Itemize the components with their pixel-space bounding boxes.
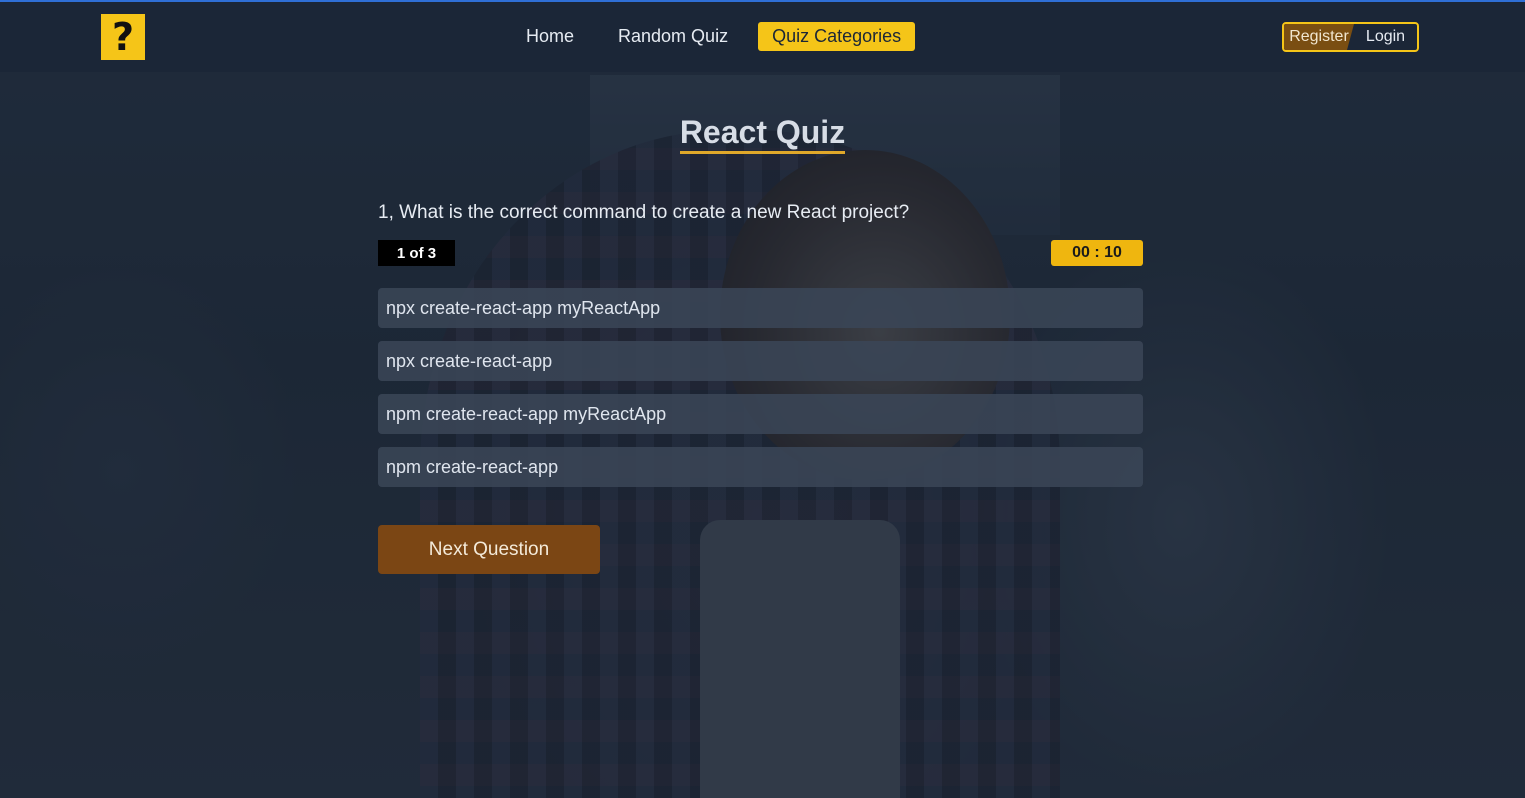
answer-option[interactable]: npx create-react-app myReactApp: [378, 288, 1143, 328]
quiz-title-text: React Quiz: [679, 114, 846, 154]
nav-home[interactable]: Home: [512, 22, 588, 51]
top-accent-line: [0, 0, 1525, 2]
question-text: 1, What is the correct command to create…: [378, 202, 910, 223]
register-button[interactable]: Register: [1284, 24, 1354, 50]
auth-buttons: Register Login: [1282, 22, 1419, 52]
quiz-title: React Quiz: [0, 114, 1525, 154]
nav-quiz-categories[interactable]: Quiz Categories: [758, 22, 916, 51]
login-button[interactable]: Login: [1354, 24, 1417, 50]
quiz-panel: React Quiz 1, What is the correct comman…: [0, 72, 1525, 798]
answer-option[interactable]: npx create-react-app: [378, 341, 1143, 381]
answer-options: npx create-react-app myReactApp npx crea…: [378, 288, 1143, 500]
question-mark-icon[interactable]: ?: [101, 14, 145, 60]
main-nav: Home Random Quiz Quiz Categories: [512, 22, 931, 51]
nav-random-quiz[interactable]: Random Quiz: [604, 22, 742, 51]
question-counter: 1 of 3: [378, 240, 455, 266]
countdown-timer: 00 : 10: [1051, 240, 1143, 266]
answer-option[interactable]: npm create-react-app myReactApp: [378, 394, 1143, 434]
answer-option[interactable]: npm create-react-app: [378, 447, 1143, 487]
navbar: ? Home Random Quiz Quiz Categories Regis…: [0, 0, 1525, 72]
next-question-button[interactable]: Next Question: [378, 525, 600, 574]
